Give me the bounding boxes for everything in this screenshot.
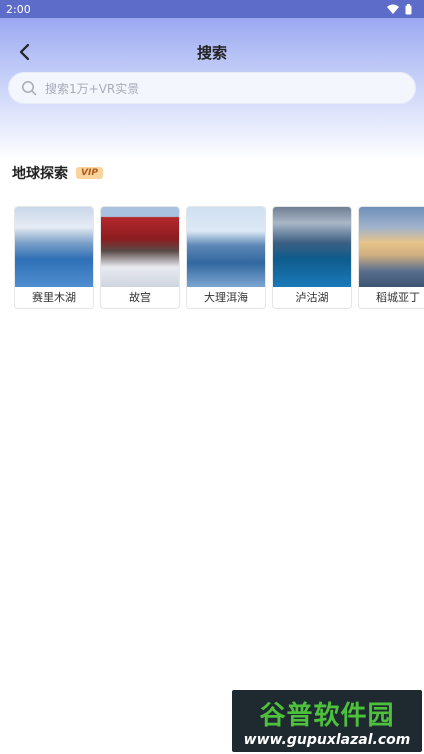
status-bar: 2:00 [0,0,424,18]
card-label: 赛里木湖 [32,291,76,304]
status-time: 2:00 [6,2,31,16]
scenic-image [15,207,93,287]
watermark-logo: 谷普软件园 www.gupuxlazal.com [232,690,422,752]
scenic-card-sayram-lake[interactable]: 赛里木湖 [14,206,94,309]
card-label: 泸沽湖 [295,291,329,304]
page-header: 搜索 [0,34,424,70]
scenic-image [273,207,351,287]
section-title: 地球探索 [12,166,68,182]
wifi-icon [387,4,399,14]
scenic-image [101,207,179,287]
scenic-card-lugu-lake[interactable]: 泸沽湖 [272,206,352,309]
watermark-logo-text: 谷普软件园 [259,700,395,731]
scenic-card-forbidden-city[interactable]: 故宫 [100,206,180,309]
scenic-card-list[interactable]: 赛里木湖 故宫 大理洱海 泸沽湖 稻城亚丁 [14,206,424,310]
scenic-image [187,207,265,287]
search-input[interactable]: 搜索1万+VR实景 [8,72,416,104]
watermark-url: www.gupuxlazal.com [243,731,411,748]
status-icons [387,3,412,15]
search-placeholder: 搜索1万+VR实景 [45,81,140,96]
card-label: 故宫 [129,291,151,304]
vip-badge: VIP [76,167,103,179]
scenic-image [359,207,424,287]
chevron-left-icon [19,43,30,61]
scenic-card-daocheng-yading[interactable]: 稻城亚丁 [358,206,424,309]
battery-icon [405,3,412,15]
page-title: 搜索 [196,43,227,62]
back-button[interactable] [10,38,38,66]
card-label: 大理洱海 [204,291,248,304]
scenic-card-erhai-lake[interactable]: 大理洱海 [186,206,266,309]
section-header: 地球探索 VIP [12,162,103,184]
search-icon [22,81,37,96]
card-label: 稻城亚丁 [376,291,420,304]
